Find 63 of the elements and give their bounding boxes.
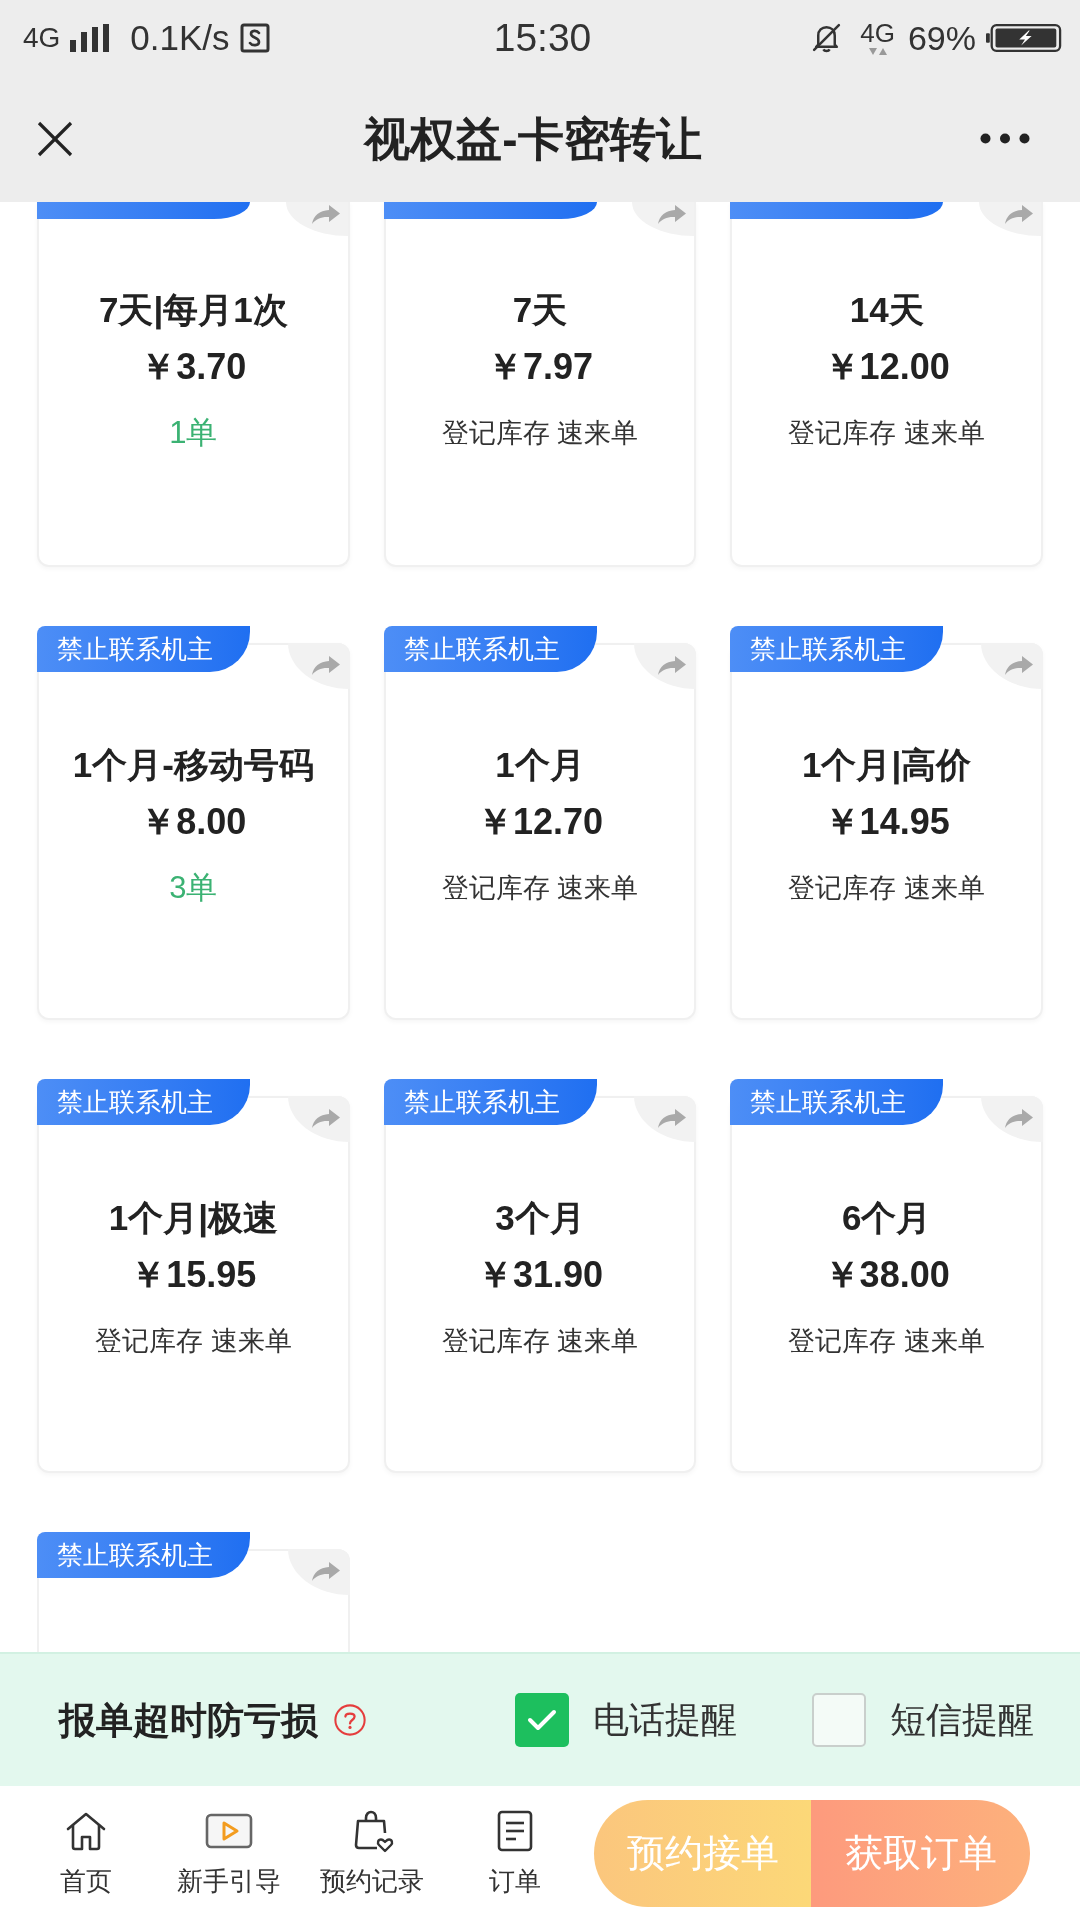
stock-hint: 登记库存 速来单	[441, 417, 639, 450]
plan-price: ￥12.00	[823, 345, 950, 389]
document-icon	[495, 1809, 535, 1853]
plan-title: 6个月	[841, 1197, 932, 1239]
status-time: 15:30	[493, 18, 592, 57]
product-card[interactable]: 14天 ￥12.00 登记库存 速来单	[730, 202, 1043, 567]
plan-title: 1个月-移动号码	[72, 744, 314, 786]
tag-badge: 禁止联系机主	[37, 626, 250, 672]
data-arrows-icon	[866, 46, 889, 56]
order-count: 1单	[169, 414, 218, 452]
nav-tab[interactable]: 首页	[31, 1808, 141, 1898]
stock-hint: 登记库存 速来单	[788, 417, 985, 450]
checkbox[interactable]	[515, 1693, 569, 1747]
plan-title: 1个月|高价	[802, 744, 972, 787]
stock-hint: 登记库存 速来单	[441, 1325, 639, 1358]
plan-title: 1个月	[495, 744, 585, 786]
tag-badge: 禁止联系机主	[37, 1532, 250, 1578]
reminder-title: 报单超时防亏损	[59, 1701, 318, 1739]
battery-charging-icon	[986, 22, 1062, 53]
plan-price: ￥38.00	[823, 1253, 950, 1297]
nav-tab[interactable]: 订单	[460, 1808, 570, 1898]
checkbox-label: 电话提醒	[593, 1702, 737, 1738]
plan-price: ￥8.00	[140, 800, 247, 844]
nav-tab[interactable]: 新手引导	[174, 1808, 284, 1898]
more-icon	[980, 133, 1030, 144]
plan-price: ￥31.90	[476, 1253, 604, 1297]
battery-percent: 69%	[907, 20, 976, 55]
stock-hint: 登记库存 速来单	[95, 1325, 292, 1358]
product-card[interactable]: 7天|每月1次 ￥3.70 1单	[37, 202, 350, 567]
s-box-icon	[239, 22, 270, 53]
network-type: 4G	[860, 19, 895, 46]
page-title: 视权益-卡密转让	[364, 115, 702, 162]
stock-hint: 登记库存 速来单	[441, 872, 639, 905]
nav-tab[interactable]: 预约记录	[317, 1808, 427, 1898]
checkmark-icon	[527, 1708, 557, 1732]
plan-title: 1个月|极速	[108, 1197, 278, 1240]
stock-hint: 登记库存 速来单	[788, 872, 985, 905]
plan-title: 14天	[849, 289, 924, 331]
plan-price: ￥15.95	[130, 1253, 257, 1297]
checkbox-label: 短信提醒	[890, 1702, 1034, 1738]
close-button[interactable]	[36, 119, 74, 158]
tag-badge: 禁止联系机主	[37, 1079, 250, 1125]
signal-icon	[70, 23, 111, 52]
tag-badge: 禁止联系机主	[730, 1079, 944, 1125]
plan-price: ￥7.97	[486, 345, 594, 389]
plan-title: 3个月	[495, 1197, 585, 1239]
close-icon	[37, 120, 73, 157]
tag-badge: 禁止联系机主	[730, 626, 944, 672]
plan-price: ￥12.70	[476, 800, 604, 844]
product-card[interactable]: 7天 ￥7.97 登记库存 速来单	[383, 202, 697, 567]
plan-title: 7天|每月1次	[98, 289, 288, 332]
order-count: 3单	[169, 869, 218, 907]
tag-badge: 禁止联系机主	[383, 1079, 597, 1125]
plan-price: ￥3.70	[140, 345, 247, 389]
network-type: 4G	[23, 23, 61, 52]
tag-badge: 禁止联系机主	[383, 626, 597, 672]
network-speed: 0.1K/s	[130, 20, 230, 55]
help-icon[interactable]	[334, 1704, 366, 1736]
stock-hint: 登记库存 速来单	[788, 1325, 985, 1358]
plan-title: 7天	[512, 289, 568, 331]
checkbox[interactable]	[812, 1693, 866, 1747]
plan-price: ￥14.95	[823, 800, 950, 844]
video-play-icon	[205, 1813, 253, 1849]
